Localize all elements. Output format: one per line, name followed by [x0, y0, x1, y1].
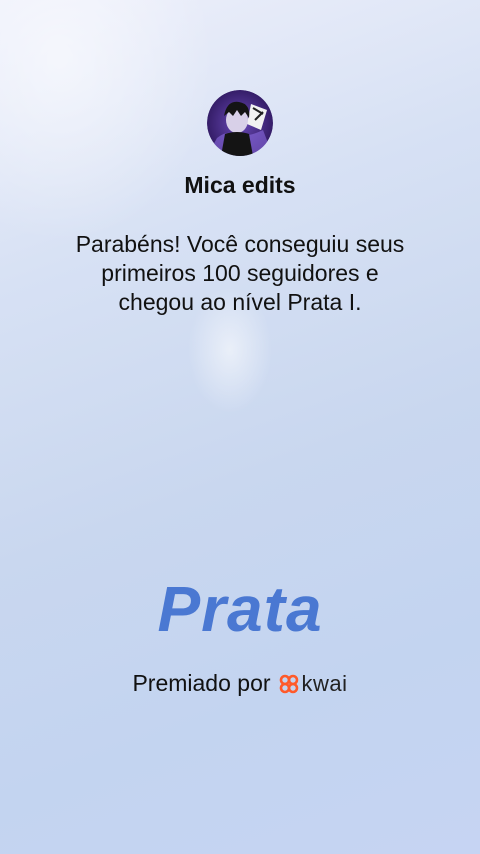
- awarded-label: Premiado por: [132, 670, 271, 696]
- message-line: primeiros 100 seguidores e: [101, 260, 379, 286]
- congratulation-message: Parabéns! Você conseguiu seus primeiros …: [40, 230, 440, 317]
- message-line: chegou ao nível Prata I.: [118, 289, 362, 315]
- avatar[interactable]: [207, 90, 273, 156]
- kwai-wordmark: kwai: [301, 670, 348, 696]
- profile-name: Mica edits: [184, 172, 296, 198]
- message-line: Parabéns! Você conseguiu seus: [75, 231, 405, 257]
- avatar-icon: [207, 90, 273, 156]
- level-title: Prata: [157, 573, 323, 645]
- kwai-logo: kwai: [279, 671, 348, 697]
- kwai-logo-icon: [279, 674, 298, 693]
- awarded-by: Premiado por kwai: [0, 670, 480, 697]
